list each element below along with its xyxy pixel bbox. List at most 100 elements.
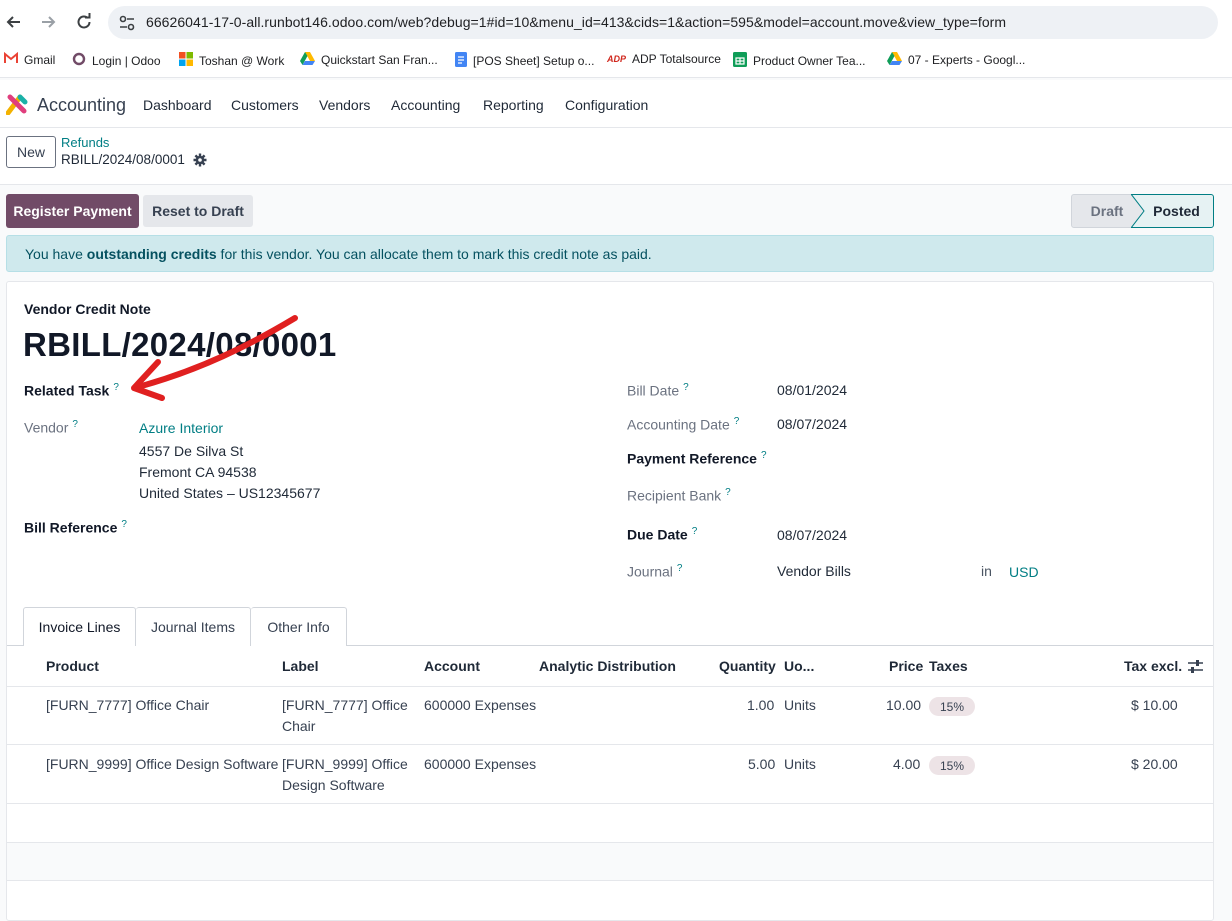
menu-vendors[interactable]: Vendors — [319, 97, 370, 113]
tab-journal-items[interactable]: Journal Items — [136, 607, 251, 646]
vendor-link[interactable]: Azure Interior — [139, 420, 223, 436]
menu-configuration[interactable]: Configuration — [565, 97, 648, 113]
menu-customers[interactable]: Customers — [231, 97, 299, 113]
column-header-price[interactable]: Price — [889, 658, 923, 674]
column-header-account[interactable]: Account — [424, 658, 480, 674]
bill-date-field[interactable]: 08/01/2024 — [777, 382, 847, 398]
reset-to-draft-button[interactable]: Reset to Draft — [143, 195, 253, 227]
currency-in-label: in — [981, 563, 992, 579]
help-tooltip-icon[interactable]: ? — [113, 382, 119, 393]
reload-icon[interactable] — [72, 10, 96, 34]
bookmark-toshan-work[interactable]: Toshan @ Work — [179, 52, 284, 69]
accounting-date-label: Accounting Date? — [627, 416, 739, 433]
help-tooltip-icon[interactable]: ? — [692, 526, 698, 537]
currency-field[interactable]: USD — [1009, 564, 1039, 580]
column-header-quantity[interactable]: Quantity — [719, 658, 776, 674]
label-cell-line2[interactable]: Design Software — [282, 775, 385, 796]
help-tooltip-icon[interactable]: ? — [677, 563, 683, 574]
column-header-uom[interactable]: Uo... — [784, 658, 814, 674]
label-cell-line2[interactable]: Chair — [282, 716, 315, 737]
bookmark-pos-sheet[interactable]: [POS Sheet] Setup o... — [455, 52, 594, 70]
label-text: Bill Reference — [24, 519, 118, 536]
address-bar[interactable]: 66626041-17-0-all.runbot146.odoo.com/web… — [108, 6, 1218, 39]
bookmark-label: Product Owner Tea... — [753, 54, 866, 68]
site-settings-icon[interactable] — [118, 14, 136, 32]
column-header-taxes[interactable]: Taxes — [929, 658, 968, 674]
journal-label: Journal? — [627, 563, 682, 580]
account-cell[interactable]: 600000 Expenses — [424, 695, 536, 716]
help-tooltip-icon[interactable]: ? — [725, 487, 731, 498]
bookmark-label: Gmail — [24, 52, 56, 67]
gmail-icon — [4, 51, 18, 67]
journal-field[interactable]: Vendor Bills — [777, 563, 851, 579]
alert-text-bold[interactable]: outstanding credits — [87, 246, 217, 262]
menu-dashboard[interactable]: Dashboard — [143, 97, 212, 113]
bookmark-quickstart[interactable]: Quickstart San Fran... — [300, 52, 438, 68]
vendor-address-line: Fremont CA 94538 — [139, 464, 257, 480]
annotation-arrow-icon — [131, 315, 298, 401]
product-cell[interactable]: [FURN_7777] Office Chair — [46, 695, 209, 716]
gear-icon[interactable] — [193, 153, 207, 167]
breadcrumb-current: RBILL/2024/08/0001 — [61, 152, 185, 167]
column-header-product[interactable]: Product — [46, 658, 99, 674]
quantity-cell[interactable]: 1.00 — [747, 695, 774, 716]
bookmark-odoo-login[interactable]: Login | Odoo — [72, 52, 161, 69]
adp-icon: ADP — [607, 54, 627, 64]
uom-cell[interactable]: Units — [784, 695, 816, 716]
vendor-address-line: United States – US12345677 — [139, 485, 321, 501]
due-date-field[interactable]: 08/07/2024 — [777, 527, 847, 543]
google-sheets-icon — [733, 52, 747, 70]
browser-toolbar: 66626041-17-0-all.runbot146.odoo.com/web… — [0, 0, 1232, 45]
label-cell[interactable]: [FURN_9999] Office — [282, 754, 408, 775]
bookmark-gmail[interactable]: Gmail — [4, 51, 56, 67]
outstanding-credits-alert: You have outstanding credits for this ve… — [6, 235, 1214, 272]
accounting-app-icon[interactable] — [6, 93, 28, 115]
related-task-label: Related Task? — [24, 382, 119, 399]
subtotal-cell: $ 10.00 — [1131, 697, 1178, 713]
price-cell[interactable]: 4.00 — [893, 754, 920, 775]
column-header-tax-excl[interactable]: Tax excl. — [1124, 658, 1182, 674]
help-tooltip-icon[interactable]: ? — [121, 519, 127, 530]
google-docs-icon — [455, 52, 467, 70]
uom-cell[interactable]: Units — [784, 754, 816, 775]
column-header-analytic[interactable]: Analytic Distribution — [539, 658, 676, 674]
tax-badge[interactable]: 15% — [929, 697, 975, 716]
product-cell[interactable]: [FURN_9999] Office Design Software — [46, 754, 278, 775]
bookmark-experts[interactable]: 07 - Experts - Googl... — [887, 52, 1025, 68]
forward-icon[interactable] — [36, 10, 60, 34]
tab-invoice-lines[interactable]: Invoice Lines — [23, 607, 136, 646]
back-icon[interactable] — [2, 10, 26, 34]
tax-badge[interactable]: 15% — [929, 756, 975, 775]
label-cell[interactable]: [FURN_7777] Office — [282, 695, 408, 716]
bookmark-label: ADP Totalsource — [632, 52, 721, 66]
optional-columns-icon[interactable] — [1187, 659, 1204, 675]
help-tooltip-icon[interactable]: ? — [734, 416, 740, 427]
label-text: Due Date — [627, 526, 688, 543]
menu-accounting[interactable]: Accounting — [391, 97, 460, 113]
help-tooltip-icon[interactable]: ? — [761, 450, 767, 461]
vendor-label: Vendor? — [24, 419, 78, 436]
account-cell[interactable]: 600000 Expenses — [424, 754, 536, 775]
price-cell[interactable]: 10.00 — [886, 695, 921, 716]
accounting-date-field[interactable]: 08/07/2024 — [777, 416, 847, 432]
register-payment-button[interactable]: Register Payment — [6, 194, 139, 228]
bookmark-adp[interactable]: ADP ADP Totalsource — [607, 52, 721, 66]
help-tooltip-icon[interactable]: ? — [683, 382, 689, 393]
odoo-icon — [72, 52, 86, 69]
breadcrumb-refunds[interactable]: Refunds — [61, 135, 109, 150]
label-text: Payment Reference — [627, 450, 757, 467]
column-header-label[interactable]: Label — [282, 658, 319, 674]
bill-reference-label: Bill Reference? — [24, 519, 127, 536]
due-date-label: Due Date? — [627, 526, 697, 543]
menu-reporting[interactable]: Reporting — [483, 97, 544, 113]
bookmark-label: Toshan @ Work — [199, 53, 285, 68]
statusbar: Draft Posted — [1071, 194, 1214, 228]
empty-row — [7, 804, 1213, 842]
help-tooltip-icon[interactable]: ? — [72, 419, 78, 430]
bookmark-product-owner[interactable]: Product Owner Tea... — [733, 52, 866, 70]
new-button[interactable]: New — [6, 136, 56, 168]
quantity-cell[interactable]: 5.00 — [748, 754, 775, 775]
tab-other-info[interactable]: Other Info — [251, 607, 347, 646]
app-name[interactable]: Accounting — [37, 95, 126, 116]
bookmark-label: Quickstart San Fran... — [321, 53, 438, 67]
